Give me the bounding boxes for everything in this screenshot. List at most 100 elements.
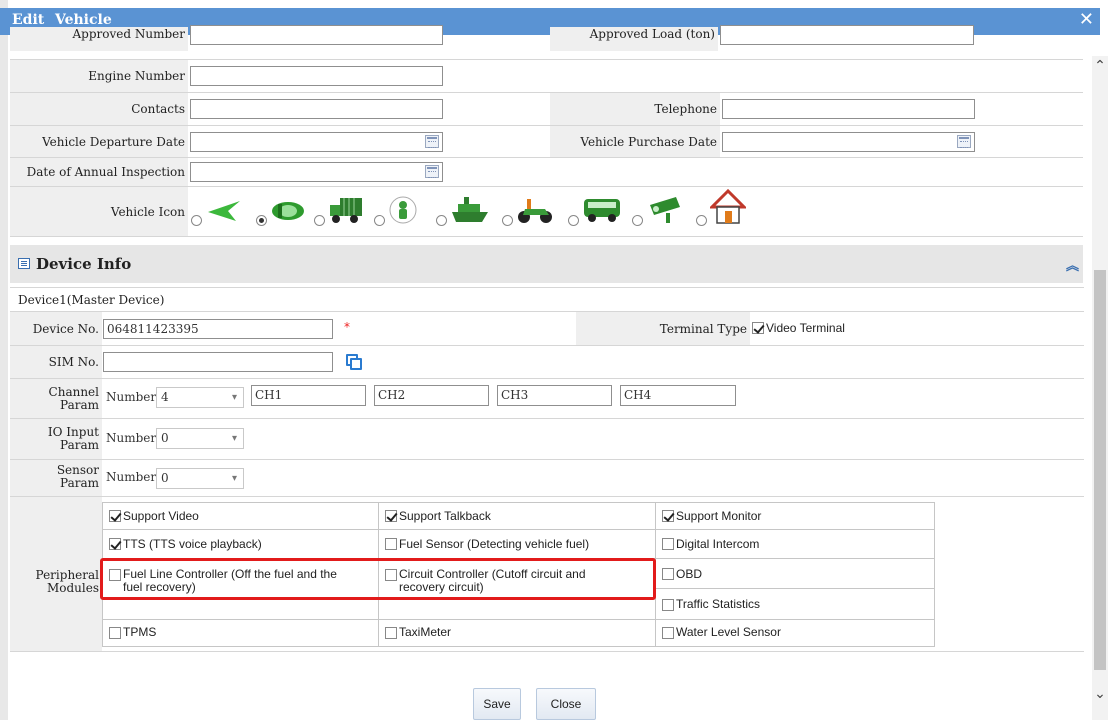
sensor-param-row: Sensor Param Number 0 ▾ [10, 460, 1084, 497]
sim-no-row: SIM No. [10, 346, 1084, 379]
tpms-label: TPMS [123, 625, 157, 639]
channel-4-input[interactable]: CH4 [620, 385, 736, 406]
io-number-label: Number [106, 431, 157, 445]
vehicle-icon-radio-person[interactable] [374, 215, 385, 226]
peripheral-support-talkback[interactable]: Support Talkback [378, 502, 656, 530]
support-talkback-label: Support Talkback [399, 509, 491, 523]
channel-2-input[interactable]: CH2 [374, 385, 489, 406]
support-talkback-checkbox[interactable] [385, 510, 397, 522]
approved-load-input[interactable] [720, 25, 974, 45]
sim-no-input[interactable] [103, 352, 333, 372]
io-number-select[interactable]: 0 ▾ [156, 428, 244, 449]
purchase-date-input[interactable] [722, 132, 975, 152]
peripheral-taximeter[interactable]: TaxiMeter [378, 619, 656, 647]
peripheral-support-video[interactable]: Support Video [102, 502, 379, 530]
sim-no-label: SIM No. [10, 346, 102, 378]
peripheral-obd[interactable]: OBD [655, 558, 935, 589]
peripheral-fuel-sensor[interactable]: Fuel Sensor (Detecting vehicle fuel) [378, 529, 656, 559]
person-icon [389, 196, 417, 224]
title-vehicle: Vehicle [55, 12, 112, 28]
water-level-sensor-label: Water Level Sensor [676, 625, 781, 639]
annual-inspection-input[interactable] [190, 162, 443, 182]
peripheral-modules-label: Peripheral Modules [10, 497, 102, 651]
video-terminal-checkbox[interactable] [752, 322, 764, 334]
camera-icon [650, 197, 680, 223]
contacts-label: Contacts [10, 93, 188, 125]
contacts-input[interactable] [190, 99, 443, 119]
sensor-number-label: Number [106, 470, 157, 484]
device-title-row: Device1(Master Device) [10, 287, 1084, 312]
obd-label: OBD [676, 567, 703, 581]
scroll-up-icon[interactable]: ⌃ [1093, 59, 1107, 74]
peripheral-support-monitor[interactable]: Support Monitor [655, 502, 935, 530]
peripheral-digital-intercom[interactable]: Digital Intercom [655, 529, 935, 559]
calendar-icon[interactable] [425, 165, 439, 178]
dates-row: Vehicle Departure Date Vehicle Purchase … [10, 126, 1083, 158]
chevron-down-icon: ▾ [231, 392, 237, 403]
departure-date-label: Vehicle Departure Date [10, 126, 188, 157]
chevron-down-icon: ▾ [231, 433, 237, 444]
taximeter-checkbox[interactable] [385, 627, 397, 639]
collapse-icon[interactable]: ︽ [1066, 255, 1079, 274]
vehicle-icon-radio-bus[interactable] [568, 215, 579, 226]
water-level-sensor-checkbox[interactable] [662, 627, 674, 639]
tts-label: TTS (TTS voice playback) [123, 537, 262, 551]
support-video-label: Support Video [123, 509, 199, 523]
vehicle-icon-radio-camera[interactable] [632, 215, 643, 226]
ship-icon [452, 197, 488, 222]
tts-checkbox[interactable] [109, 538, 121, 550]
departure-date-input[interactable] [190, 132, 443, 152]
purchase-date-label: Vehicle Purchase Date [550, 126, 720, 157]
close-icon[interactable]: ✕ [1079, 10, 1094, 30]
sensor-number-select[interactable]: 0 ▾ [156, 468, 244, 489]
device-title: Device1(Master Device) [18, 293, 165, 307]
traffic-statistics-checkbox[interactable] [662, 599, 674, 611]
engine-number-label: Engine Number [10, 60, 188, 92]
peripheral-tpms[interactable]: TPMS [102, 619, 379, 647]
device-no-input[interactable]: 064811423395 [103, 319, 333, 339]
support-video-checkbox[interactable] [109, 510, 121, 522]
peripheral-water-level-sensor[interactable]: Water Level Sensor [655, 619, 935, 647]
close-button[interactable]: Close [536, 688, 596, 720]
save-button[interactable]: Save [473, 688, 521, 720]
engine-number-row: Engine Number [10, 60, 1083, 93]
channel-3-input[interactable]: CH3 [497, 385, 612, 406]
approved-number-label: Approved Number [10, 27, 188, 51]
scrollbar-thumb[interactable] [1094, 270, 1106, 670]
arrow-icon [208, 201, 240, 221]
vehicle-icon-radio-house[interactable] [696, 215, 707, 226]
channel-param-label: Channel Param [10, 379, 102, 418]
vehicle-icon-radio-car[interactable] [256, 215, 267, 226]
approved-row: Approved Number Approved Load (ton) [10, 25, 1083, 60]
tpms-checkbox[interactable] [109, 627, 121, 639]
title-edit: Edit [12, 12, 45, 28]
channel-number-label: Number [106, 390, 157, 404]
channel-param-row: Channel Param Number 4 ▾ CH1 CH2 CH3 CH4 [10, 379, 1084, 419]
vehicle-icon-radio-motorcycle[interactable] [502, 215, 513, 226]
vehicle-icon-radio-arrow[interactable] [191, 215, 202, 226]
obd-checkbox[interactable] [662, 568, 674, 580]
fuel-sensor-checkbox[interactable] [385, 538, 397, 550]
calendar-icon[interactable] [957, 135, 971, 148]
approved-load-label: Approved Load (ton) [550, 27, 718, 51]
vehicle-icon-radio-truck[interactable] [314, 215, 325, 226]
peripheral-traffic-statistics[interactable]: Traffic Statistics [655, 588, 935, 620]
channel-number-select[interactable]: 4 ▾ [156, 387, 244, 408]
copy-icon[interactable] [346, 354, 362, 370]
digital-intercom-checkbox[interactable] [662, 538, 674, 550]
support-monitor-checkbox[interactable] [662, 510, 674, 522]
approved-number-input[interactable] [190, 25, 443, 45]
vehicle-icon-radio-ship[interactable] [436, 215, 447, 226]
calendar-icon[interactable] [425, 135, 439, 148]
device-no-label: Device No. [10, 312, 102, 345]
channel-1-input[interactable]: CH1 [251, 385, 366, 406]
telephone-input[interactable] [722, 99, 975, 119]
digital-intercom-label: Digital Intercom [676, 537, 760, 551]
chevron-down-icon: ▾ [231, 473, 237, 484]
peripheral-tts[interactable]: TTS (TTS voice playback) [102, 529, 379, 559]
highlight-box [100, 558, 656, 600]
support-monitor-label: Support Monitor [676, 509, 762, 523]
device-info-header[interactable]: Device Info ︽ [10, 245, 1083, 283]
scroll-down-icon[interactable]: ⌄ [1093, 687, 1107, 702]
engine-number-input[interactable] [190, 66, 443, 86]
